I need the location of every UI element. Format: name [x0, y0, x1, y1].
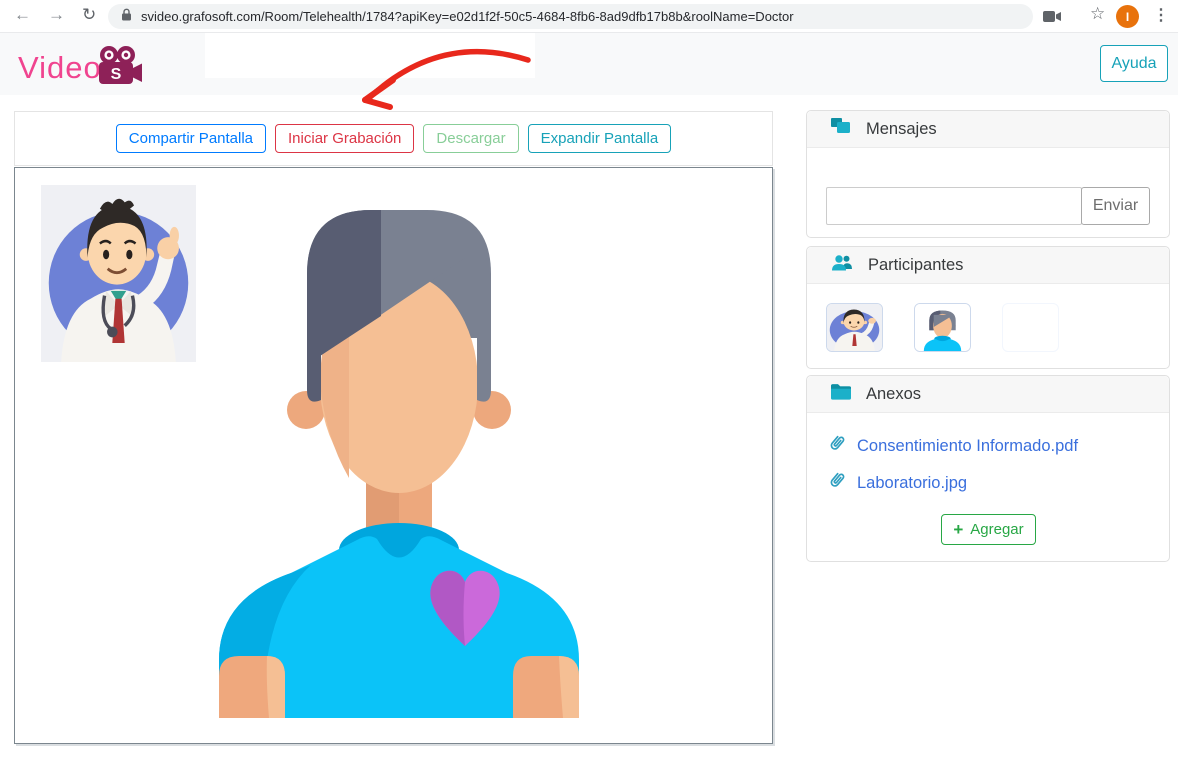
download-button[interactable]: Descargar [423, 124, 518, 153]
expand-screen-button[interactable]: Expandir Pantalla [528, 124, 672, 153]
participants-panel: Participantes [806, 246, 1170, 369]
attachments-panel: Anexos Consentimiento Informado.pdf Labo… [806, 375, 1170, 562]
forward-icon[interactable]: → [48, 5, 65, 25]
folder-icon [831, 383, 851, 405]
paperclip-icon [827, 434, 846, 458]
add-attachment-label: Agregar [970, 521, 1023, 538]
attachments-header: Anexos [807, 376, 1169, 413]
bookmark-star-icon[interactable]: ☆ [1090, 4, 1105, 24]
logo-text: Video [18, 47, 102, 89]
attachment-list: Consentimiento Informado.pdf Laboratorio… [827, 434, 1078, 508]
url-text: svideo.grafosoft.com/Room/Telehealth/178… [141, 9, 794, 24]
messages-icon [831, 118, 851, 140]
send-button[interactable]: Enviar [1081, 187, 1150, 225]
share-screen-button[interactable]: Compartir Pantalla [116, 124, 266, 153]
messages-panel: Mensajes Enviar [806, 110, 1170, 238]
doctor-self-view [41, 185, 196, 362]
video-camera-logo-icon: S [95, 45, 143, 92]
browser-profile-avatar[interactable]: I [1116, 5, 1139, 28]
participants-title: Participantes [868, 256, 963, 275]
participants-icon [831, 254, 853, 277]
app-header: Video S Ayuda [0, 33, 1178, 95]
attachment-link[interactable]: Consentimiento Informado.pdf [857, 437, 1078, 456]
call-controls-bar: Compartir Pantalla Iniciar Grabación Des… [14, 111, 773, 166]
participant-doctor-thumbnail[interactable] [826, 303, 883, 352]
page: ← → ↻ svideo.grafosoft.com/Room/Teleheal… [0, 0, 1178, 759]
message-input[interactable] [826, 187, 1082, 225]
attachments-title: Anexos [866, 385, 921, 404]
participants-header: Participantes [807, 247, 1169, 284]
app-logo[interactable]: Video S [18, 43, 143, 92]
messages-header: Mensajes [807, 111, 1169, 148]
reload-icon[interactable]: ↻ [82, 5, 96, 25]
attachment-row[interactable]: Laboratorio.jpg [827, 471, 1078, 495]
browser-menu-icon[interactable]: ⋮ [1153, 5, 1169, 25]
attachment-row[interactable]: Consentimiento Informado.pdf [827, 434, 1078, 458]
address-bar[interactable]: svideo.grafosoft.com/Room/Telehealth/178… [108, 4, 1033, 29]
svg-text:S: S [110, 66, 121, 83]
paperclip-icon [827, 471, 846, 495]
message-compose-row: Enviar [826, 187, 1150, 225]
participant-empty-thumbnail [1002, 303, 1059, 352]
browser-toolbar: ← → ↻ svideo.grafosoft.com/Room/Teleheal… [0, 0, 1178, 33]
participant-thumbnails [826, 303, 1059, 352]
lock-icon [121, 8, 132, 26]
participant-patient-thumbnail[interactable] [914, 303, 971, 352]
add-attachment-button[interactable]: + Agregar [941, 514, 1036, 545]
video-stage [14, 167, 773, 744]
messages-title: Mensajes [866, 120, 937, 139]
start-recording-button[interactable]: Iniciar Grabación [275, 124, 414, 153]
video-camera-icon[interactable] [1043, 10, 1062, 28]
red-arrow-annotation [345, 38, 540, 113]
patient-remote-video [211, 178, 587, 718]
plus-icon: + [953, 521, 963, 538]
attachment-link[interactable]: Laboratorio.jpg [857, 474, 967, 493]
back-icon[interactable]: ← [14, 5, 31, 25]
help-button[interactable]: Ayuda [1100, 45, 1168, 82]
